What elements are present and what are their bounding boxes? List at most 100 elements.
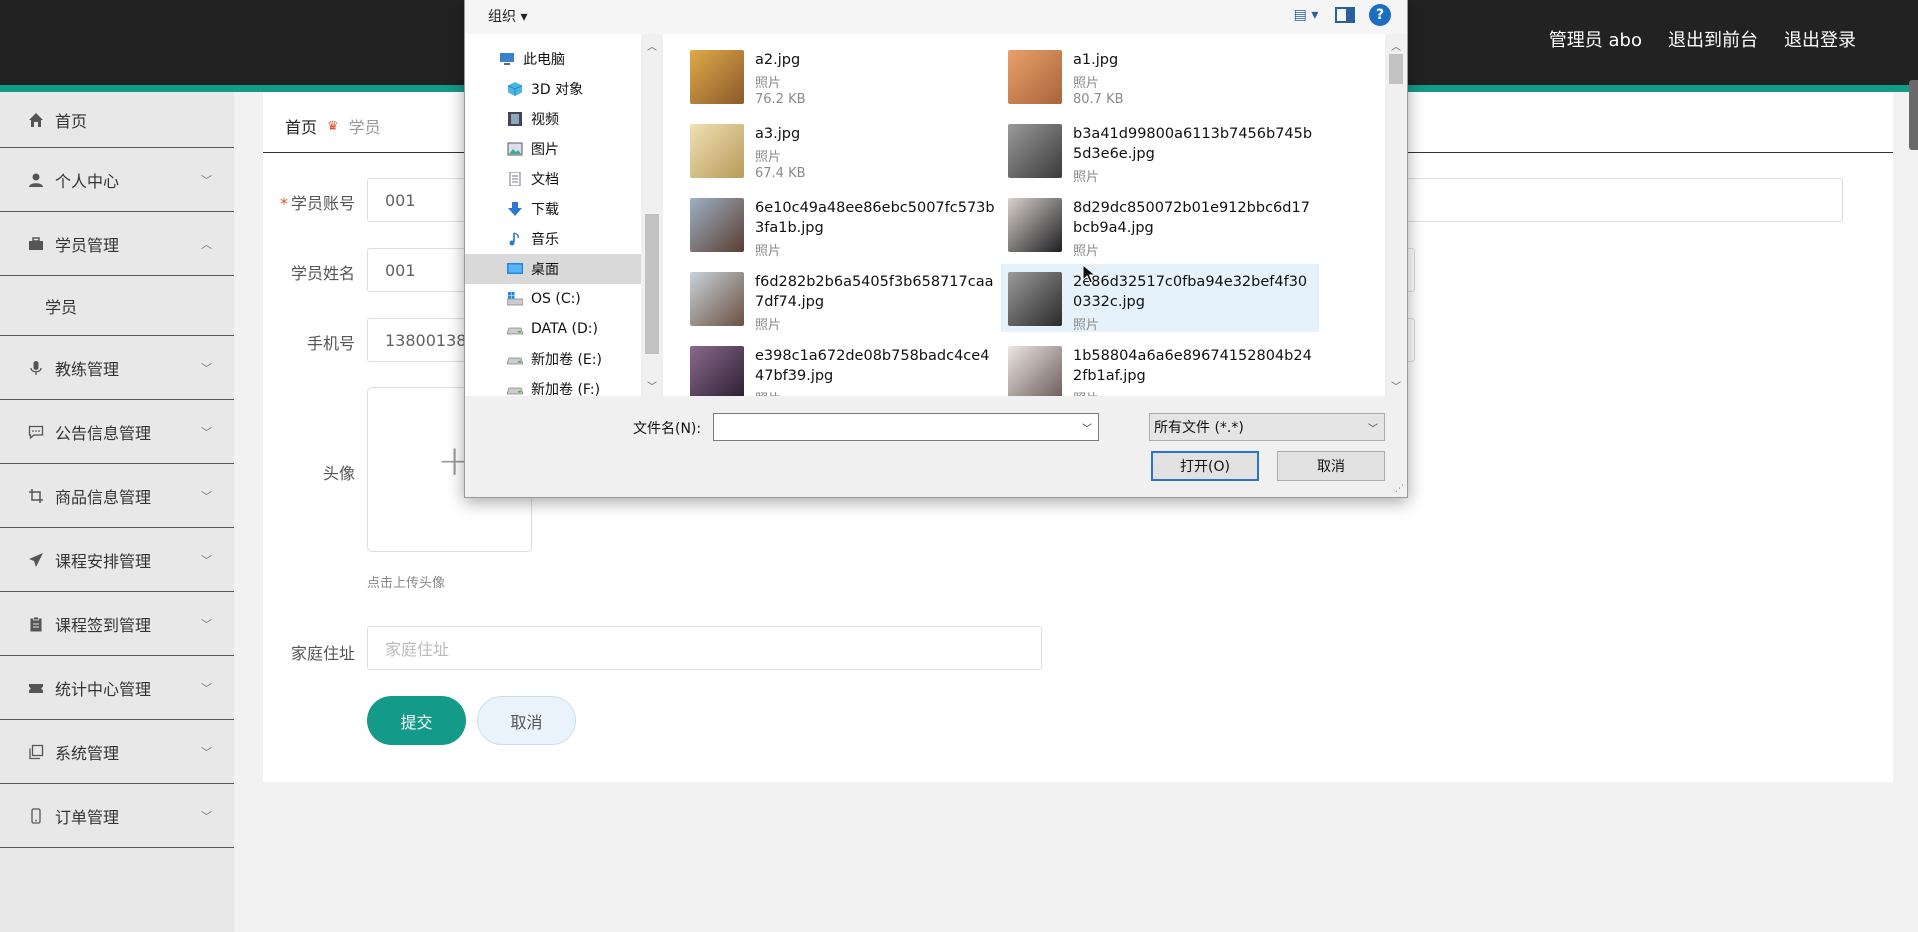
scroll-down-icon[interactable]: ﹀ <box>647 378 657 393</box>
sidebar-subitem-label: 学员 <box>45 297 78 317</box>
image-thumbnail <box>690 50 744 104</box>
sidebar-nav: 首页 个人中心 ﹀ 学员管理 ︿ 学员 教练管理 ﹀ 公告信息管理 ﹀ 商品信息… <box>0 92 234 932</box>
file-name: 1b58804a6a6e89674152804b242fb1af.jpg <box>1073 348 1312 384</box>
file-list-scroll-thumb[interactable] <box>1389 54 1403 84</box>
tree-item-label: 视频 <box>531 112 559 128</box>
chevron-down-icon: ﹀ <box>201 745 212 759</box>
sidebar-item-student-management[interactable]: 学员管理 ︿ <box>0 212 234 276</box>
music-icon <box>507 232 523 246</box>
tree-item-label: 3D 对象 <box>531 82 584 98</box>
chat-icon <box>27 423 45 441</box>
file-item[interactable]: 8d29dc850072b01e912bbc6d17bcb9a4.jpg 照片 <box>1001 190 1319 259</box>
phone-label: 手机号 <box>306 334 355 353</box>
copy-icon <box>27 743 45 761</box>
chevron-down-icon[interactable]: ﹀ <box>1082 420 1092 435</box>
filename-input[interactable]: ﹀ <box>713 413 1099 441</box>
exit-to-front-link[interactable]: 退出到前台 <box>1668 26 1758 52</box>
chevron-down-icon: ﹀ <box>201 553 212 567</box>
chevron-down-icon: ﹀ <box>201 361 212 375</box>
submit-button[interactable]: 提交 <box>367 696 466 745</box>
resize-grip-icon[interactable]: ⋰ <box>1395 484 1404 494</box>
user-icon <box>27 171 45 189</box>
filetype-select[interactable]: 所有文件 (*.*) ﹀ <box>1149 413 1385 441</box>
file-type: 照片 <box>1073 244 1100 259</box>
sidebar-item-statistics[interactable]: 统计中心管理 ﹀ <box>0 656 234 720</box>
mouse-cursor-icon <box>1082 264 1096 284</box>
file-name: 6e10c49a48ee86ebc5007fc573b3fa1b.jpg <box>755 200 995 236</box>
tree-scroll-thumb[interactable] <box>645 214 659 354</box>
phone-icon <box>27 807 45 825</box>
windows-drive-icon <box>506 292 524 306</box>
image-thumbnail <box>1008 198 1062 252</box>
file-item[interactable]: f6d282b2b6a5405f3b658717caa7df74.jpg 照片 <box>683 264 1001 333</box>
tree-item-label: 文档 <box>531 172 559 188</box>
sidebar-item-label: 统计中心管理 <box>55 679 152 699</box>
view-options-icon[interactable]: ▤ ▾ <box>1291 4 1321 26</box>
avatar-label: 头像 <box>322 464 355 483</box>
sidebar-item-label: 公告信息管理 <box>55 423 152 443</box>
dialog-cancel-button[interactable]: 取消 <box>1277 451 1385 481</box>
chevron-down-icon: ﹀ <box>201 681 212 695</box>
sidebar-item-coach-management[interactable]: 教练管理 ﹀ <box>0 336 234 400</box>
sidebar-item-notice-management[interactable]: 公告信息管理 ﹀ <box>0 400 234 464</box>
sidebar-item-course-checkin[interactable]: 课程签到管理 ﹀ <box>0 592 234 656</box>
briefcase-icon <box>27 235 45 253</box>
sidebar-subitem-student[interactable]: 学员 <box>0 276 234 336</box>
sidebar-item-course-schedule[interactable]: 课程安排管理 ﹀ <box>0 528 234 592</box>
file-item[interactable]: 1b58804a6a6e89674152804b242fb1af.jpg 照片 <box>1001 338 1319 396</box>
file-name: 8d29dc850072b01e912bbc6d17bcb9a4.jpg <box>1073 200 1310 236</box>
edge-handle[interactable] <box>1909 80 1918 150</box>
image-thumbnail <box>690 198 744 252</box>
file-item[interactable]: 6e10c49a48ee86ebc5007fc573b3fa1b.jpg 照片 <box>683 190 1001 259</box>
tree-scrollbar[interactable]: ︿ ﹀ <box>641 34 663 396</box>
file-item[interactable]: e398c1a672de08b758badc4ce447bf39.jpg 照片 <box>683 338 1001 396</box>
tree-item-label: DATA (D:) <box>531 321 598 337</box>
scroll-down-icon[interactable]: ﹀ <box>1391 378 1401 393</box>
file-type: 照片 <box>755 150 782 165</box>
file-list-scrollbar[interactable]: ︿ ﹀ <box>1385 34 1407 396</box>
file-item[interactable]: b3a41d99800a6113b7456b745b5d3e6e.jpg 照片 <box>1001 116 1319 185</box>
file-item[interactable]: a3.jpg 照片 67.4 KB <box>683 116 1001 184</box>
organize-menu[interactable]: 组织 ▾ <box>488 6 527 26</box>
scroll-up-icon[interactable]: ︿ <box>647 38 657 53</box>
film-icon <box>507 112 523 126</box>
home-icon <box>27 111 45 129</box>
folder-tree: 此电脑 3D 对象 视频 图片 文档 下载 音乐 桌面 OS (C:) DATA… <box>465 34 683 398</box>
header-actions: 管理员 abo 退出到前台 退出登录 <box>1549 26 1856 52</box>
sidebar-item-label: 商品信息管理 <box>55 487 152 507</box>
breadcrumb: 首页 ♛ 学员 <box>285 114 381 138</box>
document-icon <box>507 171 523 187</box>
chevron-up-icon: ︿ <box>201 237 212 251</box>
sidebar-item-system[interactable]: 系统管理 ﹀ <box>0 720 234 784</box>
file-type: 照片 <box>755 76 782 91</box>
file-item[interactable]: a1.jpg 照片 80.7 KB <box>1001 42 1319 110</box>
preview-pane-icon[interactable] <box>1335 7 1355 23</box>
sidebar-item-home[interactable]: 首页 <box>0 92 234 148</box>
file-name: a2.jpg <box>755 52 801 68</box>
file-type: 照片 <box>1073 318 1100 333</box>
open-button[interactable]: 打开(O) <box>1151 451 1259 481</box>
cancel-button[interactable]: 取消 <box>477 696 576 745</box>
chevron-down-icon: ﹀ <box>201 425 212 439</box>
logout-link[interactable]: 退出登录 <box>1784 26 1856 52</box>
file-type: 照片 <box>755 388 781 396</box>
tree-item-label: 桌面 <box>531 262 559 278</box>
sidebar-item-profile[interactable]: 个人中心 ﹀ <box>0 148 234 212</box>
file-name: a1.jpg <box>1073 52 1119 68</box>
sidebar-item-goods-management[interactable]: 商品信息管理 ﹀ <box>0 464 234 528</box>
file-item[interactable]: a2.jpg 照片 76.2 KB <box>683 42 1001 110</box>
upload-hint: 点击上传头像 <box>367 576 446 591</box>
chevron-down-icon: ﹀ <box>201 809 212 823</box>
sidebar-item-label: 个人中心 <box>55 171 120 191</box>
filetype-value: 所有文件 (*.*) <box>1154 420 1244 436</box>
file-type: 照片 <box>755 244 782 259</box>
image-thumbnail <box>1008 50 1062 104</box>
address-input[interactable]: 家庭住址 <box>367 626 1042 670</box>
dialog-toolbar: 组织 ▾ ▤ ▾ ? <box>465 0 1407 35</box>
sidebar-item-order[interactable]: 订单管理 ﹀ <box>0 784 234 848</box>
scroll-up-icon[interactable]: ︿ <box>1391 38 1401 53</box>
breadcrumb-home[interactable]: 首页 <box>285 114 317 138</box>
file-list: a2.jpg 照片 76.2 KB a1.jpg 照片 80.7 KB a3.j… <box>663 34 1385 396</box>
help-icon[interactable]: ? <box>1369 4 1391 26</box>
file-item-hovered[interactable]: 2e86d32517c0fba94e32bef4f300332c.jpg 照片 <box>1001 264 1319 333</box>
